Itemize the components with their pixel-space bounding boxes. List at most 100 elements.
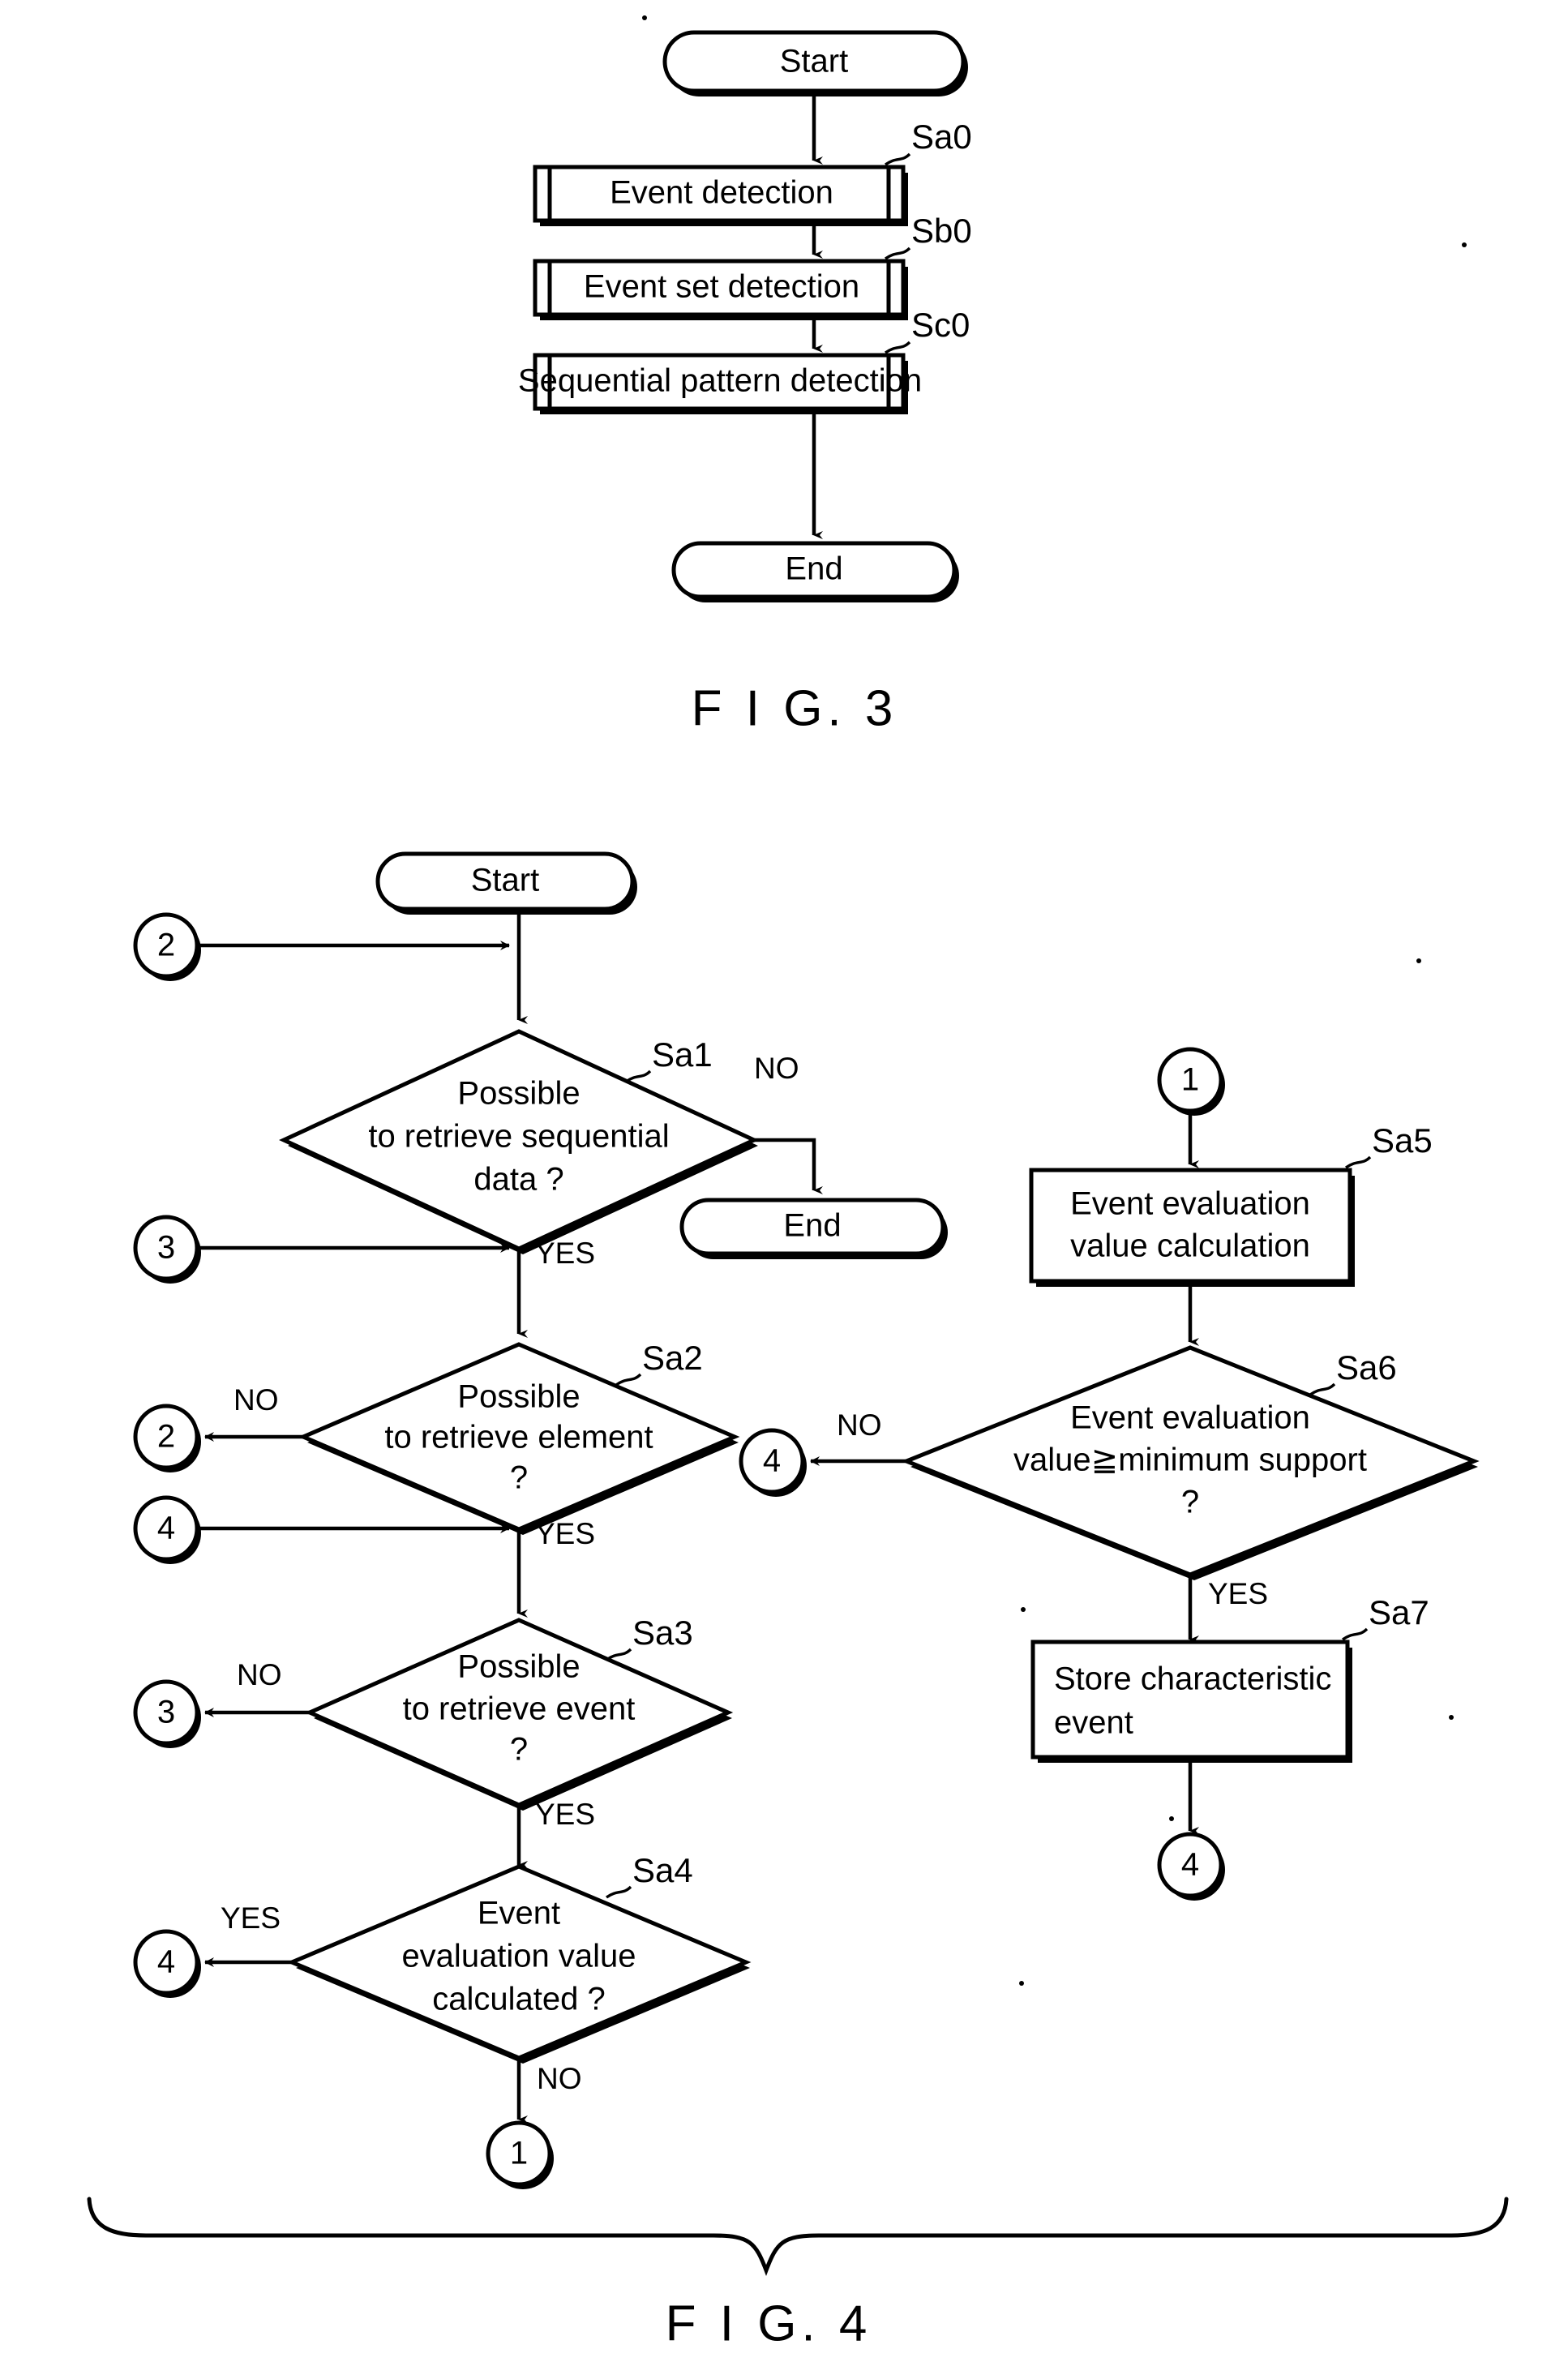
fig4-sa1-yes-label: YES	[535, 1237, 595, 1270]
fig4-sa4-tag: Sa4	[632, 1851, 693, 1889]
fig4-sa1-no-branch: NO	[754, 1052, 823, 1194]
fig4-sa2-line2: to retrieve element	[384, 1420, 653, 1455]
fig4-sa3-no-branch: NO 3	[133, 1658, 310, 1748]
fig3-step-sb0: Event set detection Sb0	[533, 212, 972, 320]
fig3-sa0-leader	[885, 152, 911, 166]
fig4-sa3-line2: to retrieve event	[403, 1691, 636, 1727]
fig4-connector-1-in: 1	[1157, 1047, 1225, 1168]
fig4-sa1-line1: Possible	[457, 1076, 580, 1112]
fig3-sa0-tag: Sa0	[911, 118, 972, 156]
fig3-sc0-tag: Sc0	[911, 306, 970, 344]
fig4-connector-4-in: 4	[133, 1495, 510, 1564]
fig4-sa3-leader	[606, 1648, 632, 1661]
fig3-start-node: Start	[662, 30, 968, 96]
fig3-sb0-leader	[885, 246, 911, 260]
fig4-sa4-line1: Event	[478, 1896, 560, 1931]
fig4-sa6-no-branch: NO 4	[739, 1408, 906, 1497]
figure-3: Start Event detection Sa0 Event set dete…	[518, 15, 1467, 736]
fig4-caption: F I G. 4	[666, 2295, 872, 2351]
fig4-sa6-leader	[1309, 1382, 1336, 1396]
fig4-sa7-leader	[1342, 1627, 1369, 1641]
fig4-sa6-tag: Sa6	[1336, 1348, 1397, 1387]
fig4-sa3-yes-label: YES	[535, 1798, 595, 1831]
scan-speck	[1416, 958, 1421, 963]
fig4-sa5-line1: Event evaluation	[1070, 1186, 1310, 1222]
fig3-sc0-label: Sequential pattern detection	[518, 363, 922, 399]
fig4-sa3-tag: Sa3	[632, 1614, 693, 1652]
fig4-end-label: End	[783, 1208, 841, 1244]
fig4-process-sa7: Store characteristic event Sa7	[1030, 1593, 1429, 1763]
fig3-sa0-label: Event detection	[610, 175, 833, 211]
fig4-sa3-no-label: NO	[237, 1658, 282, 1691]
fig4-conn1in-label: 1	[1181, 1062, 1199, 1098]
fig4-start-node: Start	[375, 851, 637, 915]
fig4-sa2-line3: ?	[510, 1460, 528, 1496]
fig4-group-brace	[87, 2197, 1509, 2276]
fig4-conn4out-sa7-label: 4	[1181, 1847, 1199, 1883]
fig4-sa7-line1: Store characteristic	[1054, 1661, 1331, 1697]
fig4-sa2-line1: Possible	[457, 1379, 580, 1415]
fig4-sa6-no-label: NO	[837, 1408, 882, 1442]
fig4-sa2-no-branch: NO 2	[133, 1383, 303, 1472]
fig4-sa2-yes-label: YES	[535, 1517, 595, 1550]
drawing-sheet: Start Event detection Sa0 Event set dete…	[0, 0, 1568, 2379]
fig4-sa3-line1: Possible	[457, 1649, 580, 1685]
fig4-connector-3-in: 3	[133, 1215, 510, 1284]
scan-speck	[642, 15, 647, 20]
fig4-sa7-tag: Sa7	[1369, 1593, 1429, 1631]
fig4-sa5-tag: Sa5	[1372, 1121, 1433, 1159]
fig4-process-sa5: Event evaluation value calculation Sa5	[1029, 1121, 1433, 1287]
fig4-end-node: End	[679, 1198, 948, 1259]
fig4-conn2in-label: 2	[157, 928, 175, 963]
fig4-sa1-tag: Sa1	[652, 1035, 713, 1074]
figure-canvas: Start Event detection Sa0 Event set dete…	[87, 15, 1509, 2351]
fig4-sa4-line2: evaluation value	[401, 1939, 636, 1974]
fig4-sa2-tag: Sa2	[642, 1339, 703, 1377]
fig4-decision-sa2: Possible to retrieve element ? Sa2	[298, 1339, 740, 1535]
fig4-sa6-line1: Event evaluation	[1070, 1400, 1310, 1436]
fig4-sa4-leader	[606, 1885, 632, 1899]
scan-speck	[1169, 1816, 1174, 1821]
fig3-caption: F I G. 3	[692, 680, 898, 736]
fig4-sa5-line2: value calculation	[1070, 1228, 1310, 1264]
fig4-conn2out-label: 2	[157, 1419, 175, 1455]
fig4-sa6-line3: ?	[1181, 1485, 1199, 1520]
fig4-sa6-yes-label: YES	[1208, 1577, 1268, 1610]
fig4-sa6-line2: value≧minimum support	[1013, 1442, 1367, 1478]
figure-4: Start 2 Possible to retrieve sequential …	[87, 851, 1509, 2351]
fig4-sa1-leader	[625, 1069, 652, 1083]
fig4-decision-sa4: Event evaluation value calculated ? Sa4	[286, 1851, 752, 2064]
fig4-sa1-line3: data ?	[473, 1162, 563, 1198]
fig4-start-label: Start	[471, 863, 539, 898]
fig4-sa2-leader	[615, 1373, 642, 1387]
fig4-sa3-line3: ?	[510, 1732, 528, 1768]
fig4-sa4-line3: calculated ?	[432, 1982, 605, 2017]
fig4-sa1-line2: to retrieve sequential	[368, 1119, 669, 1155]
fig4-sa4-no-branch: NO 1	[486, 2058, 582, 2189]
fig4-sa4-yes-label: YES	[221, 1901, 281, 1935]
fig4-conn4out-sa4-label: 4	[157, 1944, 175, 1980]
fig4-conn3out-label: 3	[157, 1695, 175, 1730]
fig3-step-sc0: Sequential pattern detection Sc0	[518, 306, 970, 414]
fig4-sa4-yes-branch: YES 4	[133, 1901, 292, 1998]
fig4-decision-sa3: Possible to retrieve event ? Sa3	[304, 1614, 734, 1811]
fig3-sc0-leader	[885, 341, 911, 354]
scan-speck	[1462, 242, 1467, 247]
scan-speck	[1019, 1981, 1024, 1986]
fig3-end-label: End	[785, 551, 842, 587]
scan-speck	[1449, 1715, 1454, 1720]
fig3-step-sa0: Event detection Sa0	[533, 118, 972, 226]
fig4-connector-2-in: 2	[133, 912, 510, 981]
fig4-sa1-no-path	[754, 1138, 823, 1194]
fig4-sa1-no-label: NO	[754, 1052, 799, 1085]
fig4-conn3in-label: 3	[157, 1230, 175, 1266]
fig4-conn4out-sa6-label: 4	[763, 1443, 781, 1479]
fig4-conn1out-label: 1	[510, 2136, 528, 2171]
fig4-sa5-leader	[1345, 1155, 1372, 1169]
fig3-sb0-label: Event set detection	[584, 269, 859, 305]
scan-speck	[1021, 1607, 1026, 1612]
fig4-connector-4-out-sa7: 4	[1157, 1832, 1225, 1901]
fig4-sa7-line2: event	[1054, 1705, 1133, 1741]
fig3-end-node: End	[671, 541, 959, 602]
fig4-decision-sa6: Event evaluation value≧minimum support ?…	[901, 1345, 1480, 1580]
